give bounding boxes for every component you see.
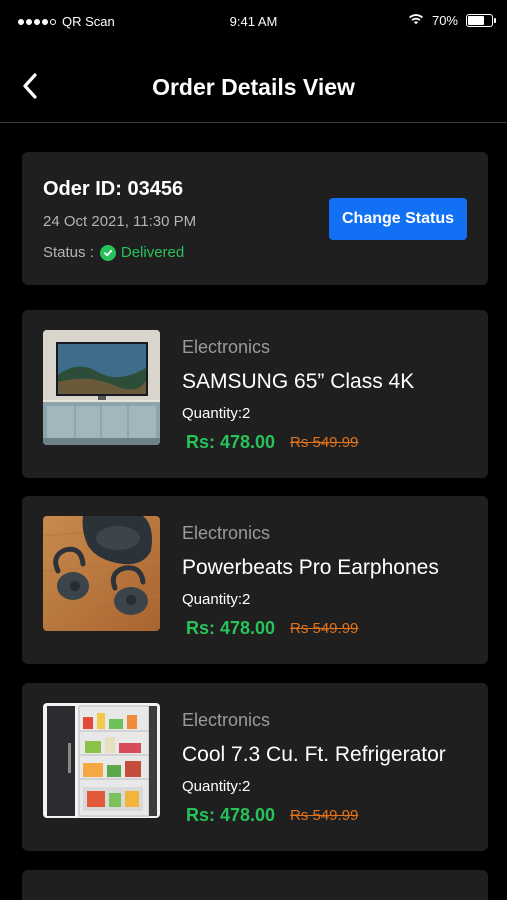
- order-status: Status : Delivered: [43, 244, 184, 261]
- nav-bar: Order Details View: [0, 58, 507, 118]
- order-summary-card: Oder ID: 03456 24 Oct 2021, 11:30 PM Sta…: [22, 152, 488, 285]
- product-name: Powerbeats Pro Earphones: [182, 556, 439, 579]
- battery-icon: [466, 14, 496, 27]
- product-old-price: Rs 549.99: [290, 620, 359, 637]
- order-id: Oder ID: 03456: [43, 178, 184, 200]
- status-label: Status :: [43, 244, 94, 261]
- product-card-partial[interactable]: [22, 870, 488, 900]
- product-price: Rs: 478.00: [186, 618, 276, 638]
- refrigerator-image: [43, 703, 160, 818]
- earphones-image: [43, 516, 160, 631]
- product-card[interactable]: Electronics Cool 7.3 Cu. Ft. Refrigerato…: [22, 683, 488, 851]
- product-name: SAMSUNG 65” Class 4K: [182, 370, 415, 393]
- product-quantity: Quantity:2: [182, 591, 251, 608]
- order-date: 24 Oct 2021, 11:30 PM: [43, 213, 197, 230]
- product-card[interactable]: Electronics SAMSUNG 65” Class 4K Quantit…: [22, 310, 488, 478]
- product-quantity: Quantity:2: [182, 778, 251, 795]
- tv-image: [43, 330, 160, 445]
- product-price: Rs: 478.00: [186, 805, 276, 825]
- product-card[interactable]: Electronics Powerbeats Pro Earphones Qua…: [22, 496, 488, 664]
- product-quantity: Quantity:2: [182, 405, 251, 422]
- product-old-price: Rs 549.99: [290, 807, 359, 824]
- header-divider: [0, 122, 507, 123]
- product-price: Rs: 478.00: [186, 432, 276, 452]
- battery-percent: 70%: [431, 13, 458, 28]
- status-badge: Delivered: [99, 244, 185, 261]
- product-category: Electronics: [182, 523, 271, 543]
- page-title: Order Details View: [152, 74, 355, 100]
- check-circle-icon: [99, 244, 116, 261]
- product-old-price: Rs 549.99: [290, 434, 359, 451]
- status-value: Delivered: [120, 244, 185, 261]
- product-category: Electronics: [182, 337, 271, 357]
- change-status-button[interactable]: Change Status: [329, 198, 467, 240]
- status-right: 70%: [408, 13, 496, 28]
- product-category: Electronics: [182, 710, 271, 730]
- wifi-icon: [408, 13, 424, 28]
- product-name: Cool 7.3 Cu. Ft. Refrigerator: [182, 743, 446, 766]
- status-bar: QR Scan 9:41 AM 70%: [0, 0, 507, 44]
